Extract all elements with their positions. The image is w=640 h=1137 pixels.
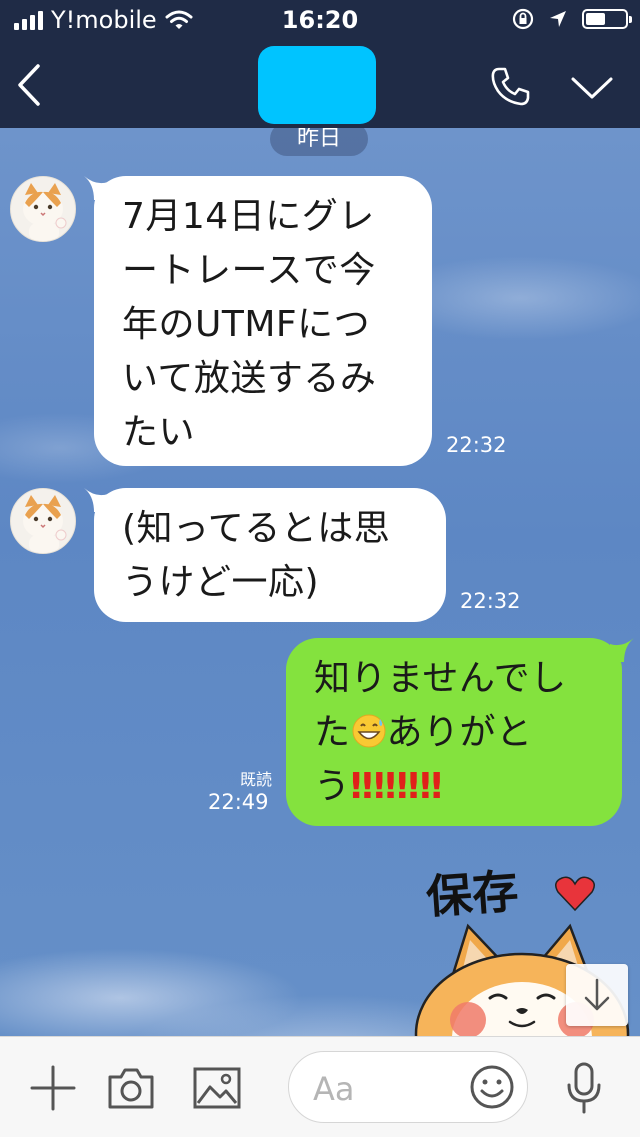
message-line: う‼‼‼‼ [314, 760, 622, 814]
image-icon[interactable] [192, 1065, 242, 1111]
chevron-down-icon[interactable] [570, 74, 614, 102]
message-text: ありがと [386, 712, 533, 753]
message-line: (知ってるとは思 [122, 508, 391, 549]
double-exclamation-emoji: ‼‼‼‼ [350, 766, 443, 807]
chat-header [0, 40, 640, 128]
status-bar: Y!mobile 16:20 [0, 0, 640, 40]
message-line: いて放送するみ [122, 358, 377, 399]
message-line: 7月14日にグレ [122, 196, 375, 237]
read-receipt: 既読 [240, 770, 273, 789]
message-line: うけど一応) [122, 562, 320, 603]
plus-icon[interactable] [30, 1065, 76, 1111]
emoji-icon[interactable] [469, 1064, 515, 1110]
grinning-sweat-emoji [352, 714, 386, 748]
message-time: 22:49 [208, 790, 269, 814]
message-time: 22:32 [446, 433, 507, 457]
cat-face-icon [23, 183, 67, 241]
incoming-message-bubble[interactable]: 7月14日にグレ ートレースで今 年のUTMFにつ いて放送するみ たい [94, 176, 432, 466]
battery-fill [586, 13, 605, 25]
bubble-tail [610, 638, 634, 662]
message-text: た [314, 712, 351, 753]
arrow-down-icon [584, 978, 610, 1011]
message-input[interactable] [311, 1066, 455, 1112]
message-line: 知りませんでし [314, 658, 567, 699]
chat-area[interactable]: 昨日 7月14日にグレ ートレースで今 年のUTMFにつ いて放送するみ たい … [0, 128, 640, 1036]
message-line: ートレースで今 [122, 250, 376, 291]
camera-icon[interactable] [106, 1065, 156, 1111]
message-time: 22:32 [460, 589, 521, 613]
message-text: う [314, 766, 351, 807]
date-separator: 昨日 [270, 128, 368, 156]
message-line: たい [122, 412, 196, 453]
phone-icon[interactable] [488, 64, 532, 108]
cat-avatar[interactable] [10, 176, 76, 242]
incoming-message-bubble[interactable]: (知ってるとは思 うけど一応) [94, 488, 446, 622]
redacted-contact-name [258, 46, 376, 124]
microphone-icon[interactable] [564, 1061, 604, 1115]
outgoing-message-bubble[interactable]: 知りませんでし た ありがと う‼‼‼‼ [286, 638, 622, 826]
message-line: た ありがと [314, 706, 622, 760]
status-right [512, 8, 632, 30]
chevron-left-icon[interactable] [12, 62, 52, 108]
orientation-lock-icon [512, 8, 534, 30]
location-arrow-icon [550, 11, 566, 27]
input-bar [0, 1036, 640, 1137]
heart-icon [555, 876, 595, 912]
message-input-field[interactable] [288, 1051, 528, 1123]
scroll-down-button[interactable] [566, 964, 628, 1026]
cat-face-icon [23, 495, 67, 553]
cat-avatar[interactable] [10, 488, 76, 554]
message-line: 年のUTMFにつ [122, 304, 371, 345]
battery-icon [582, 9, 632, 29]
